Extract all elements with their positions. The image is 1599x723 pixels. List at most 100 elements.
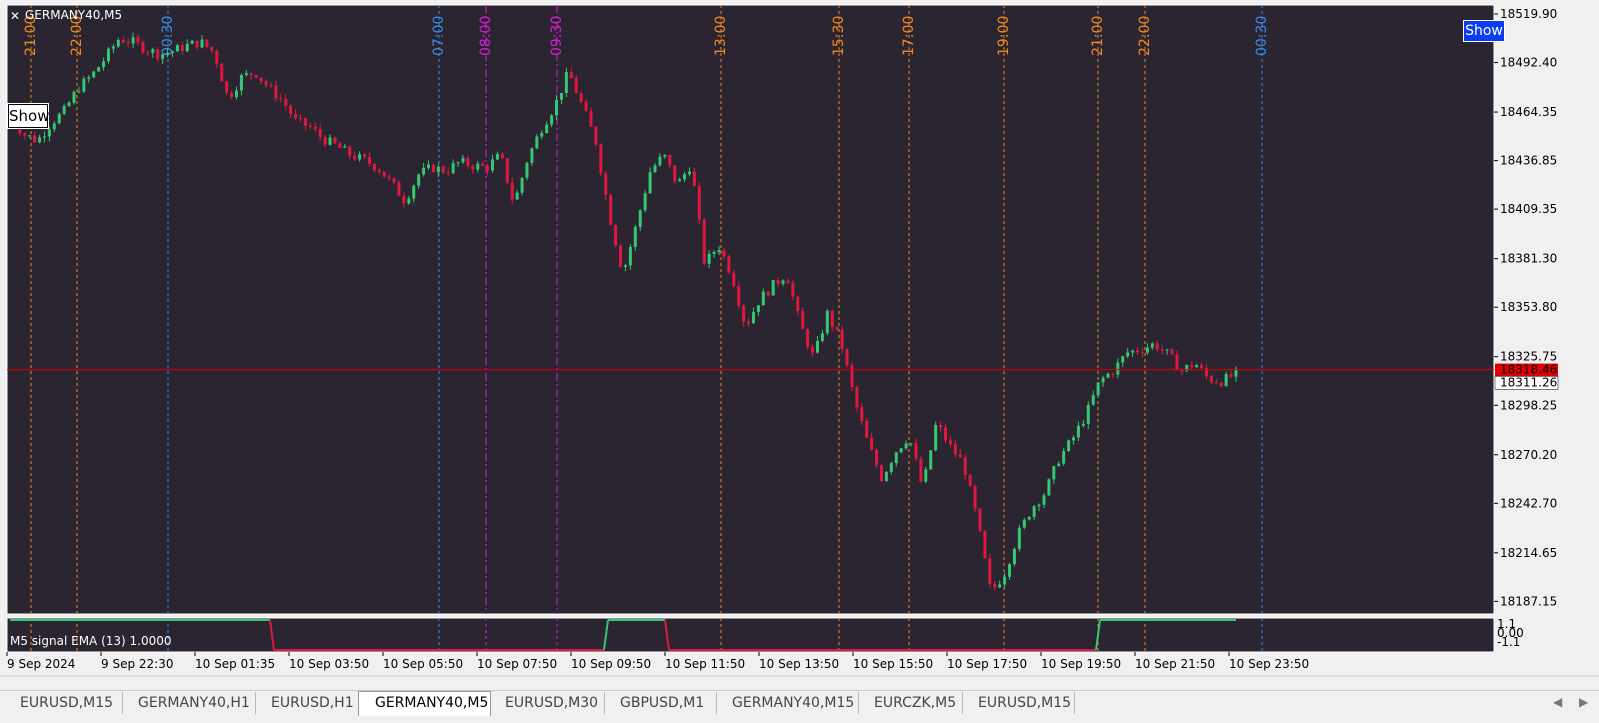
time-tick-label: 10 Sep 03:50 bbox=[289, 657, 369, 671]
candle-body bbox=[1219, 382, 1223, 386]
candle-body bbox=[23, 133, 27, 136]
candle-body bbox=[38, 137, 42, 143]
candle-body bbox=[786, 280, 790, 284]
candle-body bbox=[1180, 370, 1184, 372]
chart-tab-1[interactable]: GERMANY40,H1 bbox=[122, 692, 256, 714]
session-line-label: 08:00 bbox=[478, 16, 494, 56]
candle-body bbox=[318, 129, 322, 137]
candle-body bbox=[825, 310, 829, 334]
candle-body bbox=[683, 174, 687, 180]
candle-body bbox=[1096, 382, 1100, 396]
candle-body bbox=[298, 117, 302, 119]
candle-body bbox=[968, 475, 972, 487]
candle-body bbox=[436, 166, 440, 173]
candle-body bbox=[57, 113, 61, 124]
candle-body bbox=[761, 291, 765, 306]
candle-body bbox=[28, 135, 32, 137]
candle-body bbox=[1052, 466, 1056, 480]
chart-tab-4[interactable]: EURUSD,M30 bbox=[489, 692, 605, 714]
candle-body bbox=[870, 437, 874, 450]
candle-body bbox=[919, 458, 923, 482]
candle-body bbox=[1003, 576, 1007, 585]
candle-body bbox=[668, 154, 672, 166]
candle-body bbox=[835, 326, 839, 330]
candle-body bbox=[692, 171, 696, 186]
candle-body bbox=[663, 154, 667, 157]
candle-body bbox=[47, 129, 51, 137]
scroll-left-icon[interactable]: ◀ bbox=[1553, 695, 1562, 709]
candle-body bbox=[909, 443, 913, 445]
candle-body bbox=[170, 51, 174, 53]
candle-body bbox=[1165, 349, 1169, 351]
candle-body bbox=[530, 148, 534, 163]
session-line-label: 17:00 bbox=[901, 16, 917, 56]
show-button-right[interactable]: Show bbox=[1463, 20, 1505, 42]
candle-body bbox=[1214, 382, 1218, 384]
candle-body bbox=[1008, 564, 1012, 577]
candle-body bbox=[875, 449, 879, 466]
chart-window[interactable]: 18519.90 18492.40 18464.35 18436.85 18409.35… bbox=[0, 0, 1599, 690]
candle-body bbox=[505, 158, 509, 183]
chart-tab-7[interactable]: EURCZK,M5 bbox=[858, 692, 963, 714]
candle-body bbox=[87, 77, 91, 79]
show-button-left[interactable]: Show bbox=[8, 104, 49, 128]
candle-body bbox=[333, 137, 337, 144]
candle-body bbox=[742, 305, 746, 322]
candle-body bbox=[225, 81, 229, 93]
candle-body bbox=[638, 210, 642, 227]
candle-body bbox=[1032, 506, 1036, 517]
candle-body bbox=[195, 40, 199, 48]
candle-body bbox=[62, 106, 66, 114]
candle-body bbox=[294, 113, 298, 118]
candle-body bbox=[476, 163, 480, 170]
candle-body bbox=[850, 365, 854, 388]
chart-tab-3[interactable]: GERMANY40,M5 bbox=[358, 691, 491, 716]
close-icon[interactable]: ✕ bbox=[10, 10, 22, 24]
candle-body bbox=[382, 171, 386, 177]
chart-tab-6[interactable]: GERMANY40,M15 bbox=[716, 692, 859, 714]
candle-body bbox=[958, 454, 962, 458]
chart-tab-2[interactable]: EURUSD,H1 bbox=[255, 692, 359, 714]
chart-tab-5[interactable]: GBPUSD,M1 bbox=[604, 692, 717, 714]
candle-body bbox=[1062, 451, 1066, 464]
candle-body bbox=[801, 311, 805, 330]
candle-body bbox=[156, 49, 160, 59]
candle-body bbox=[121, 39, 125, 43]
candle-body bbox=[1057, 463, 1061, 467]
candle-body bbox=[811, 347, 815, 353]
candle-body bbox=[555, 99, 559, 116]
time-tick-label: 10 Sep 05:50 bbox=[383, 657, 463, 671]
candle-body bbox=[284, 98, 288, 106]
candle-body bbox=[431, 164, 435, 173]
candle-body bbox=[865, 421, 869, 438]
candle-body bbox=[633, 226, 637, 247]
candle-body bbox=[889, 463, 893, 472]
candle-body bbox=[279, 98, 283, 100]
price-tick-label: 18242.70 bbox=[1500, 496, 1557, 510]
candle-body bbox=[126, 42, 130, 44]
candle-body bbox=[545, 124, 549, 134]
candle-body bbox=[776, 280, 780, 284]
price-chart[interactable]: 18519.90 18492.40 18464.35 18436.85 18409.35… bbox=[0, 0, 1599, 690]
candle-body bbox=[141, 42, 145, 53]
scroll-right-icon[interactable]: ▶ bbox=[1579, 695, 1588, 709]
candle-body bbox=[1111, 373, 1115, 375]
chart-tab-8[interactable]: EURUSD,M15 bbox=[962, 692, 1075, 714]
candle-body bbox=[998, 584, 1002, 588]
candle-body bbox=[535, 136, 539, 149]
session-line-label: 13:00 bbox=[713, 16, 729, 56]
candle-body bbox=[175, 45, 179, 52]
time-tick-label: 10 Sep 13:50 bbox=[759, 657, 839, 671]
candle-body bbox=[1037, 504, 1041, 507]
chart-tab-0[interactable]: EURUSD,M15 bbox=[4, 692, 123, 714]
candle-body bbox=[491, 159, 495, 171]
session-line-label: 19:00 bbox=[996, 16, 1012, 56]
candle-body bbox=[855, 387, 859, 408]
candle-body bbox=[1224, 374, 1228, 386]
candle-body bbox=[1190, 364, 1194, 368]
candle-body bbox=[1027, 516, 1031, 520]
time-tick-label: 10 Sep 09:50 bbox=[571, 657, 651, 671]
candle-body bbox=[1136, 350, 1140, 353]
candle-body bbox=[643, 193, 647, 211]
candle-body bbox=[97, 67, 101, 72]
